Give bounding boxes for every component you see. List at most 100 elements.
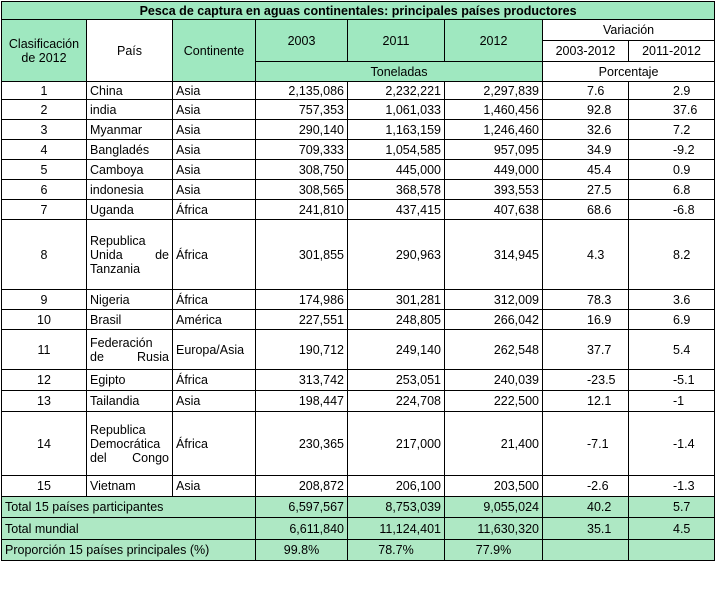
table-row: 11 Federación de Rusia Europa/Asia 190,712 2…: [1, 329, 716, 370]
header-2011: 2011: [347, 19, 445, 62]
country-cell: Brasil: [86, 309, 173, 330]
value-2011-cell: 249,140: [347, 329, 445, 370]
country-cell: india: [86, 99, 173, 120]
rank-cell: 3: [1, 119, 87, 140]
var-b-cell: 37.6: [627, 99, 716, 120]
table-row: 12 Egipto África 313,742 253,051 240,039 -23.5…: [1, 369, 716, 391]
header-tons: Toneladas: [255, 61, 543, 82]
continent-cell: África: [172, 369, 256, 391]
value-2011-cell: 217,000: [347, 411, 445, 476]
rank-cell: 8: [1, 219, 87, 290]
share-2012: 77.9%: [444, 539, 543, 561]
table-row: 14 Republica Democrática del Congo África 2…: [1, 411, 716, 476]
var-b-cell: -1: [627, 390, 716, 412]
var-a-cell: 78.3: [542, 289, 629, 310]
value-2003-cell: 227,551: [255, 309, 348, 330]
header-rank: Clasificación de 2012: [1, 19, 87, 82]
table-row: 1 China Asia 2,135,086 2,232,221 2,297,839 7.6…: [1, 81, 716, 100]
var-b-cell: -5.1: [627, 369, 716, 391]
value-2011-cell: 248,805: [347, 309, 445, 330]
var-a-cell: 32.6: [542, 119, 629, 140]
rank-cell: 7: [1, 199, 87, 220]
rank-cell: 11: [1, 329, 87, 370]
table-row: 4 Bangladés Asia 709,333 1,054,585 957,095 34.…: [1, 139, 716, 160]
table-row: 13 Tailandia Asia 198,447 224,708 222,500 12.1…: [1, 390, 716, 412]
header-continent: Continente: [172, 19, 256, 82]
value-2003-cell: 313,742: [255, 369, 348, 391]
total-var-a: 40.2: [542, 496, 629, 518]
table-row: 2 india Asia 757,353 1,061,033 1,460,456 92.8 3…: [1, 99, 716, 120]
header-2003: 2003: [255, 19, 348, 62]
rank-cell: 10: [1, 309, 87, 330]
total-2011: 8,753,039: [347, 496, 445, 518]
world-label: Total mundial: [1, 517, 256, 540]
header-percent: Porcentaje: [541, 61, 716, 82]
rank-cell: 13: [1, 390, 87, 412]
var-a-cell: -7.1: [542, 411, 629, 476]
table-row: 3 Myanmar Asia 290,140 1,163,159 1,246,460 32.…: [1, 119, 716, 140]
value-2012-cell: 1,460,456: [444, 99, 543, 120]
country-cell: Nigeria: [86, 289, 173, 310]
var-a-cell: 27.5: [542, 179, 629, 200]
country-cell: Republica Democrática del Congo: [86, 411, 173, 476]
country-cell: Egipto: [86, 369, 173, 391]
value-2003-cell: 290,140: [255, 119, 348, 140]
value-2003-cell: 301,855: [255, 219, 348, 290]
var-b-cell: 2.9: [627, 81, 716, 100]
value-2003-cell: 709,333: [255, 139, 348, 160]
value-2003-cell: 230,365: [255, 411, 348, 476]
var-a-cell: 16.9: [542, 309, 629, 330]
rank-cell: 9: [1, 289, 87, 310]
var-a-cell: -23.5: [542, 369, 629, 391]
var-b-cell: 6.8: [627, 179, 716, 200]
value-2003-cell: 308,565: [255, 179, 348, 200]
value-2012-cell: 262,548: [444, 329, 543, 370]
share-2011: 78.7%: [347, 539, 445, 561]
var-a-cell: 12.1: [542, 390, 629, 412]
table-row: 5 Camboya Asia 308,750 445,000 449,000 45.4 0.9: [1, 159, 716, 180]
world-2011: 11,124,401: [347, 517, 445, 540]
var-a-cell: 92.8: [542, 99, 629, 120]
continent-cell: Asia: [172, 179, 256, 200]
value-2011-cell: 368,578: [347, 179, 445, 200]
value-2003-cell: 241,810: [255, 199, 348, 220]
header-2012: 2012: [444, 19, 543, 62]
table-row: 9 Nigeria África 174,986 301,281 312,009 78.3 3…: [1, 289, 716, 310]
var-b-cell: 5.4: [627, 329, 716, 370]
var-b-cell: 7.2: [627, 119, 716, 140]
value-2011-cell: 445,000: [347, 159, 445, 180]
value-2012-cell: 393,553: [444, 179, 543, 200]
value-2012-cell: 266,042: [444, 309, 543, 330]
value-2012-cell: 312,009: [444, 289, 543, 310]
continent-cell: África: [172, 289, 256, 310]
country-cell: Uganda: [86, 199, 173, 220]
share-var-b: [627, 539, 716, 561]
table-row: 10 Brasil América 227,551 248,805 266,042 16.9…: [1, 309, 716, 330]
table-row: 15 Vietnam Asia 208,872 206,100 203,500 -2.6 -1…: [1, 475, 716, 497]
rank-cell: 4: [1, 139, 87, 160]
var-a-cell: 34.9: [542, 139, 629, 160]
share-label: Proporción 15 países principales (%): [1, 539, 256, 561]
table-row: 6 indonesia Asia 308,565 368,578 393,553 27.5 6…: [1, 179, 716, 200]
var-b-cell: -1.4: [627, 411, 716, 476]
rank-cell: 15: [1, 475, 87, 497]
var-b-cell: 8.2: [627, 219, 716, 290]
table-title: Pesca de captura en aguas continentales:…: [0, 1, 716, 20]
rank-cell: 14: [1, 411, 87, 476]
total-2003: 6,597,567: [255, 496, 348, 518]
value-2011-cell: 1,163,159: [347, 119, 445, 140]
country-cell: China: [86, 81, 173, 100]
continent-cell: África: [172, 411, 256, 476]
continent-cell: Asia: [172, 139, 256, 160]
var-a-cell: 37.7: [542, 329, 629, 370]
rank-cell: 6: [1, 179, 87, 200]
value-2003-cell: 190,712: [255, 329, 348, 370]
var-b-cell: 6.9: [627, 309, 716, 330]
continent-cell: Asia: [172, 99, 256, 120]
country-cell: Myanmar: [86, 119, 173, 140]
rank-cell: 2: [1, 99, 87, 120]
var-b-cell: 0.9: [627, 159, 716, 180]
value-2003-cell: 308,750: [255, 159, 348, 180]
world-var-a: 35.1: [542, 517, 629, 540]
total-label: Total 15 países participantes: [1, 496, 256, 518]
